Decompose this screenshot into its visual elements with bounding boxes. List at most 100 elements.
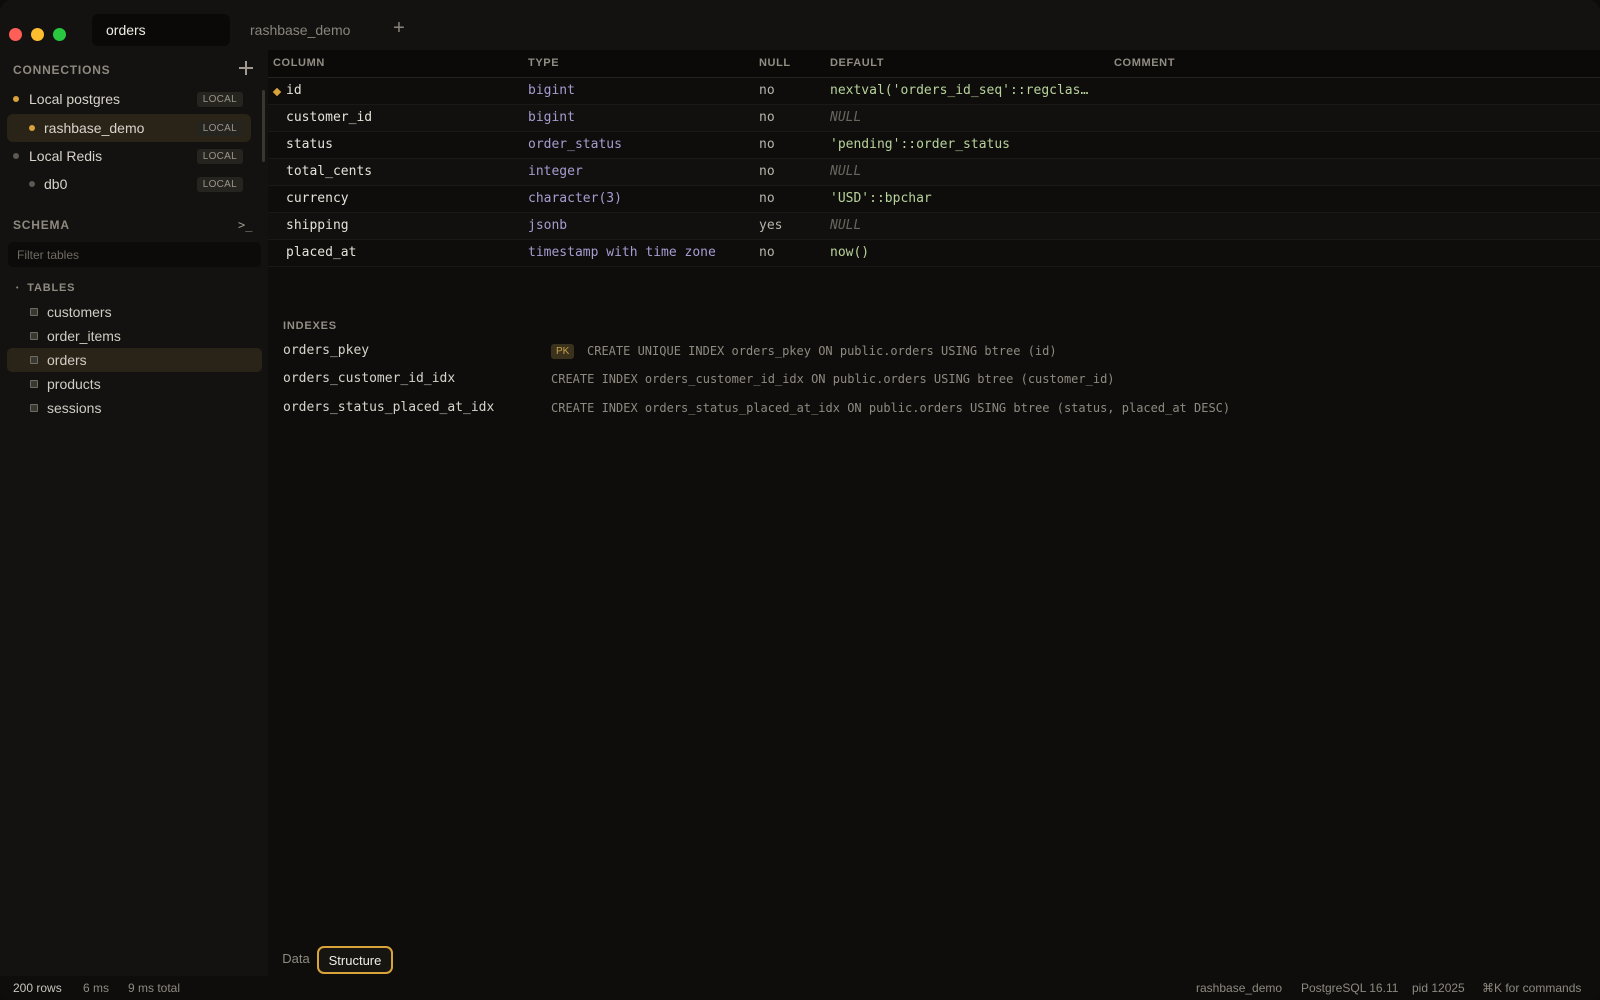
- column-default: 'USD'::bpchar: [830, 191, 932, 206]
- table-item-products[interactable]: products: [7, 372, 262, 396]
- command-palette-hint[interactable]: ⌘K for commands: [1482, 981, 1581, 995]
- table-item-sessions[interactable]: sessions: [7, 396, 262, 420]
- connection-name: Local postgres: [29, 91, 121, 107]
- connection-badge: LOCAL: [196, 149, 243, 164]
- new-tab-plus-icon[interactable]: +: [388, 17, 410, 39]
- columns-header-row: COLUMN TYPE NULL DEFAULT COMMENT: [268, 50, 1600, 78]
- status-server: PostgreSQL 16.11: [1301, 981, 1399, 995]
- index-name: orders_customer_id_idx: [283, 371, 456, 386]
- connections-title: CONNECTIONS: [13, 63, 111, 77]
- status-bar: 200 rows 6 ms 9 ms total rashbase_demo P…: [0, 976, 1600, 1000]
- table-name: order_items: [47, 328, 121, 344]
- total-time: 9 ms total: [128, 981, 181, 995]
- table-row[interactable]: total_cents integer no NULL: [268, 159, 1600, 186]
- connection-local-redis[interactable]: Local Redis LOCAL: [7, 142, 251, 170]
- table-row[interactable]: status order_status no 'pending'::order_…: [268, 132, 1600, 159]
- schema-title: SCHEMA: [13, 218, 70, 232]
- connection-name: db0: [44, 176, 68, 192]
- column-type: integer: [528, 164, 583, 179]
- column-name: placed_at: [286, 245, 357, 260]
- column-null: no: [759, 191, 775, 206]
- column-name: currency: [286, 191, 349, 206]
- table-icon: [30, 308, 38, 316]
- column-default: 'pending'::order_status: [830, 137, 1011, 152]
- column-null: no: [759, 110, 775, 125]
- table-icon: [30, 404, 38, 412]
- column-null: no: [759, 83, 775, 98]
- caret-icon: •: [16, 285, 20, 292]
- header-type[interactable]: TYPE: [528, 57, 559, 69]
- tab-orders[interactable]: orders: [92, 14, 230, 46]
- header-comment[interactable]: COMMENT: [1114, 57, 1175, 69]
- tab-structure[interactable]: Structure: [317, 946, 393, 974]
- table-row[interactable]: shipping jsonb yes NULL: [268, 213, 1600, 240]
- column-default: nextval('orders_id_seq'::regclas…: [830, 83, 1089, 98]
- column-name: status: [286, 137, 333, 152]
- tables-group-toggle[interactable]: • TABLES: [16, 282, 75, 294]
- table-row[interactable]: currency character(3) no 'USD'::bpchar: [268, 186, 1600, 213]
- connection-local-postgres[interactable]: Local postgres LOCAL: [7, 85, 251, 113]
- index-name: orders_pkey: [283, 343, 370, 358]
- title-bar: orders rashbase_demo +: [0, 0, 1600, 50]
- connection-name: Local Redis: [29, 148, 103, 164]
- column-default: NULL: [830, 110, 862, 125]
- column-name: total_cents: [286, 164, 373, 179]
- column-null: no: [759, 245, 775, 260]
- row-count: 200 rows: [13, 981, 62, 995]
- header-column[interactable]: COLUMN: [273, 57, 325, 69]
- column-null: yes: [759, 218, 783, 233]
- status-dot-icon: [13, 96, 19, 102]
- table-icon: [30, 380, 38, 388]
- table-row[interactable]: customer_id bigint no NULL: [268, 105, 1600, 132]
- tab-data[interactable]: Data: [278, 946, 314, 974]
- filter-tables-input[interactable]: [8, 242, 261, 267]
- connection-badge: LOCAL: [196, 177, 243, 192]
- table-row[interactable]: placed_at timestamp with time zone no no…: [268, 240, 1600, 267]
- app-window: orders rashbase_demo + CONNECTIONS Local…: [0, 0, 1600, 1000]
- connection-db0[interactable]: db0 LOCAL: [7, 170, 251, 198]
- status-dot-icon: [13, 153, 19, 159]
- table-row[interactable]: id bigint no nextval('orders_id_seq'::re…: [268, 78, 1600, 105]
- primary-key-icon: [272, 87, 282, 97]
- zoom-window-button[interactable]: [53, 28, 66, 41]
- minimize-window-button[interactable]: [31, 28, 44, 41]
- sidebar-scrollbar[interactable]: [262, 90, 265, 162]
- sidebar: CONNECTIONS Local postgres LOCAL rashbas…: [0, 50, 268, 976]
- column-type: timestamp with time zone: [528, 245, 716, 260]
- close-window-button[interactable]: [9, 28, 22, 41]
- index-definition: CREATE UNIQUE INDEX orders_pkey ON publi…: [587, 344, 1057, 358]
- index-definition: CREATE INDEX orders_customer_id_idx ON p…: [551, 372, 1115, 386]
- terminal-icon[interactable]: >_: [238, 218, 252, 232]
- add-connection-plus-icon[interactable]: [238, 60, 254, 76]
- column-name: id: [286, 83, 302, 98]
- column-type: character(3): [528, 191, 622, 206]
- tables-title: TABLES: [27, 282, 76, 294]
- column-default: now(): [830, 245, 870, 260]
- column-null: no: [759, 164, 775, 179]
- column-name: customer_id: [286, 110, 373, 125]
- table-icon: [30, 332, 38, 340]
- header-null[interactable]: NULL: [759, 57, 791, 69]
- index-name: orders_status_placed_at_idx: [283, 400, 495, 415]
- structure-view: COLUMN TYPE NULL DEFAULT COMMENT id bigi…: [268, 50, 1600, 976]
- table-name: sessions: [47, 400, 102, 416]
- status-dot-icon: [29, 181, 35, 187]
- status-database: rashbase_demo: [1196, 981, 1283, 995]
- column-null: no: [759, 137, 775, 152]
- table-item-orders[interactable]: orders: [7, 348, 262, 372]
- connection-name: rashbase_demo: [44, 120, 145, 136]
- column-type: bigint: [528, 110, 575, 125]
- table-name: customers: [47, 304, 112, 320]
- column-default: NULL: [830, 164, 862, 179]
- column-type: jsonb: [528, 218, 568, 233]
- column-default: NULL: [830, 218, 862, 233]
- tab-rashbase-demo[interactable]: rashbase_demo: [236, 14, 376, 46]
- table-item-order-items[interactable]: order_items: [7, 324, 262, 348]
- query-time: 6 ms: [83, 981, 110, 995]
- table-name: orders: [47, 352, 87, 368]
- connection-rashbase-demo[interactable]: rashbase_demo LOCAL: [7, 114, 251, 142]
- column-type: order_status: [528, 137, 622, 152]
- header-default[interactable]: DEFAULT: [830, 57, 884, 69]
- table-item-customers[interactable]: customers: [7, 300, 262, 324]
- status-dot-icon: [29, 125, 35, 131]
